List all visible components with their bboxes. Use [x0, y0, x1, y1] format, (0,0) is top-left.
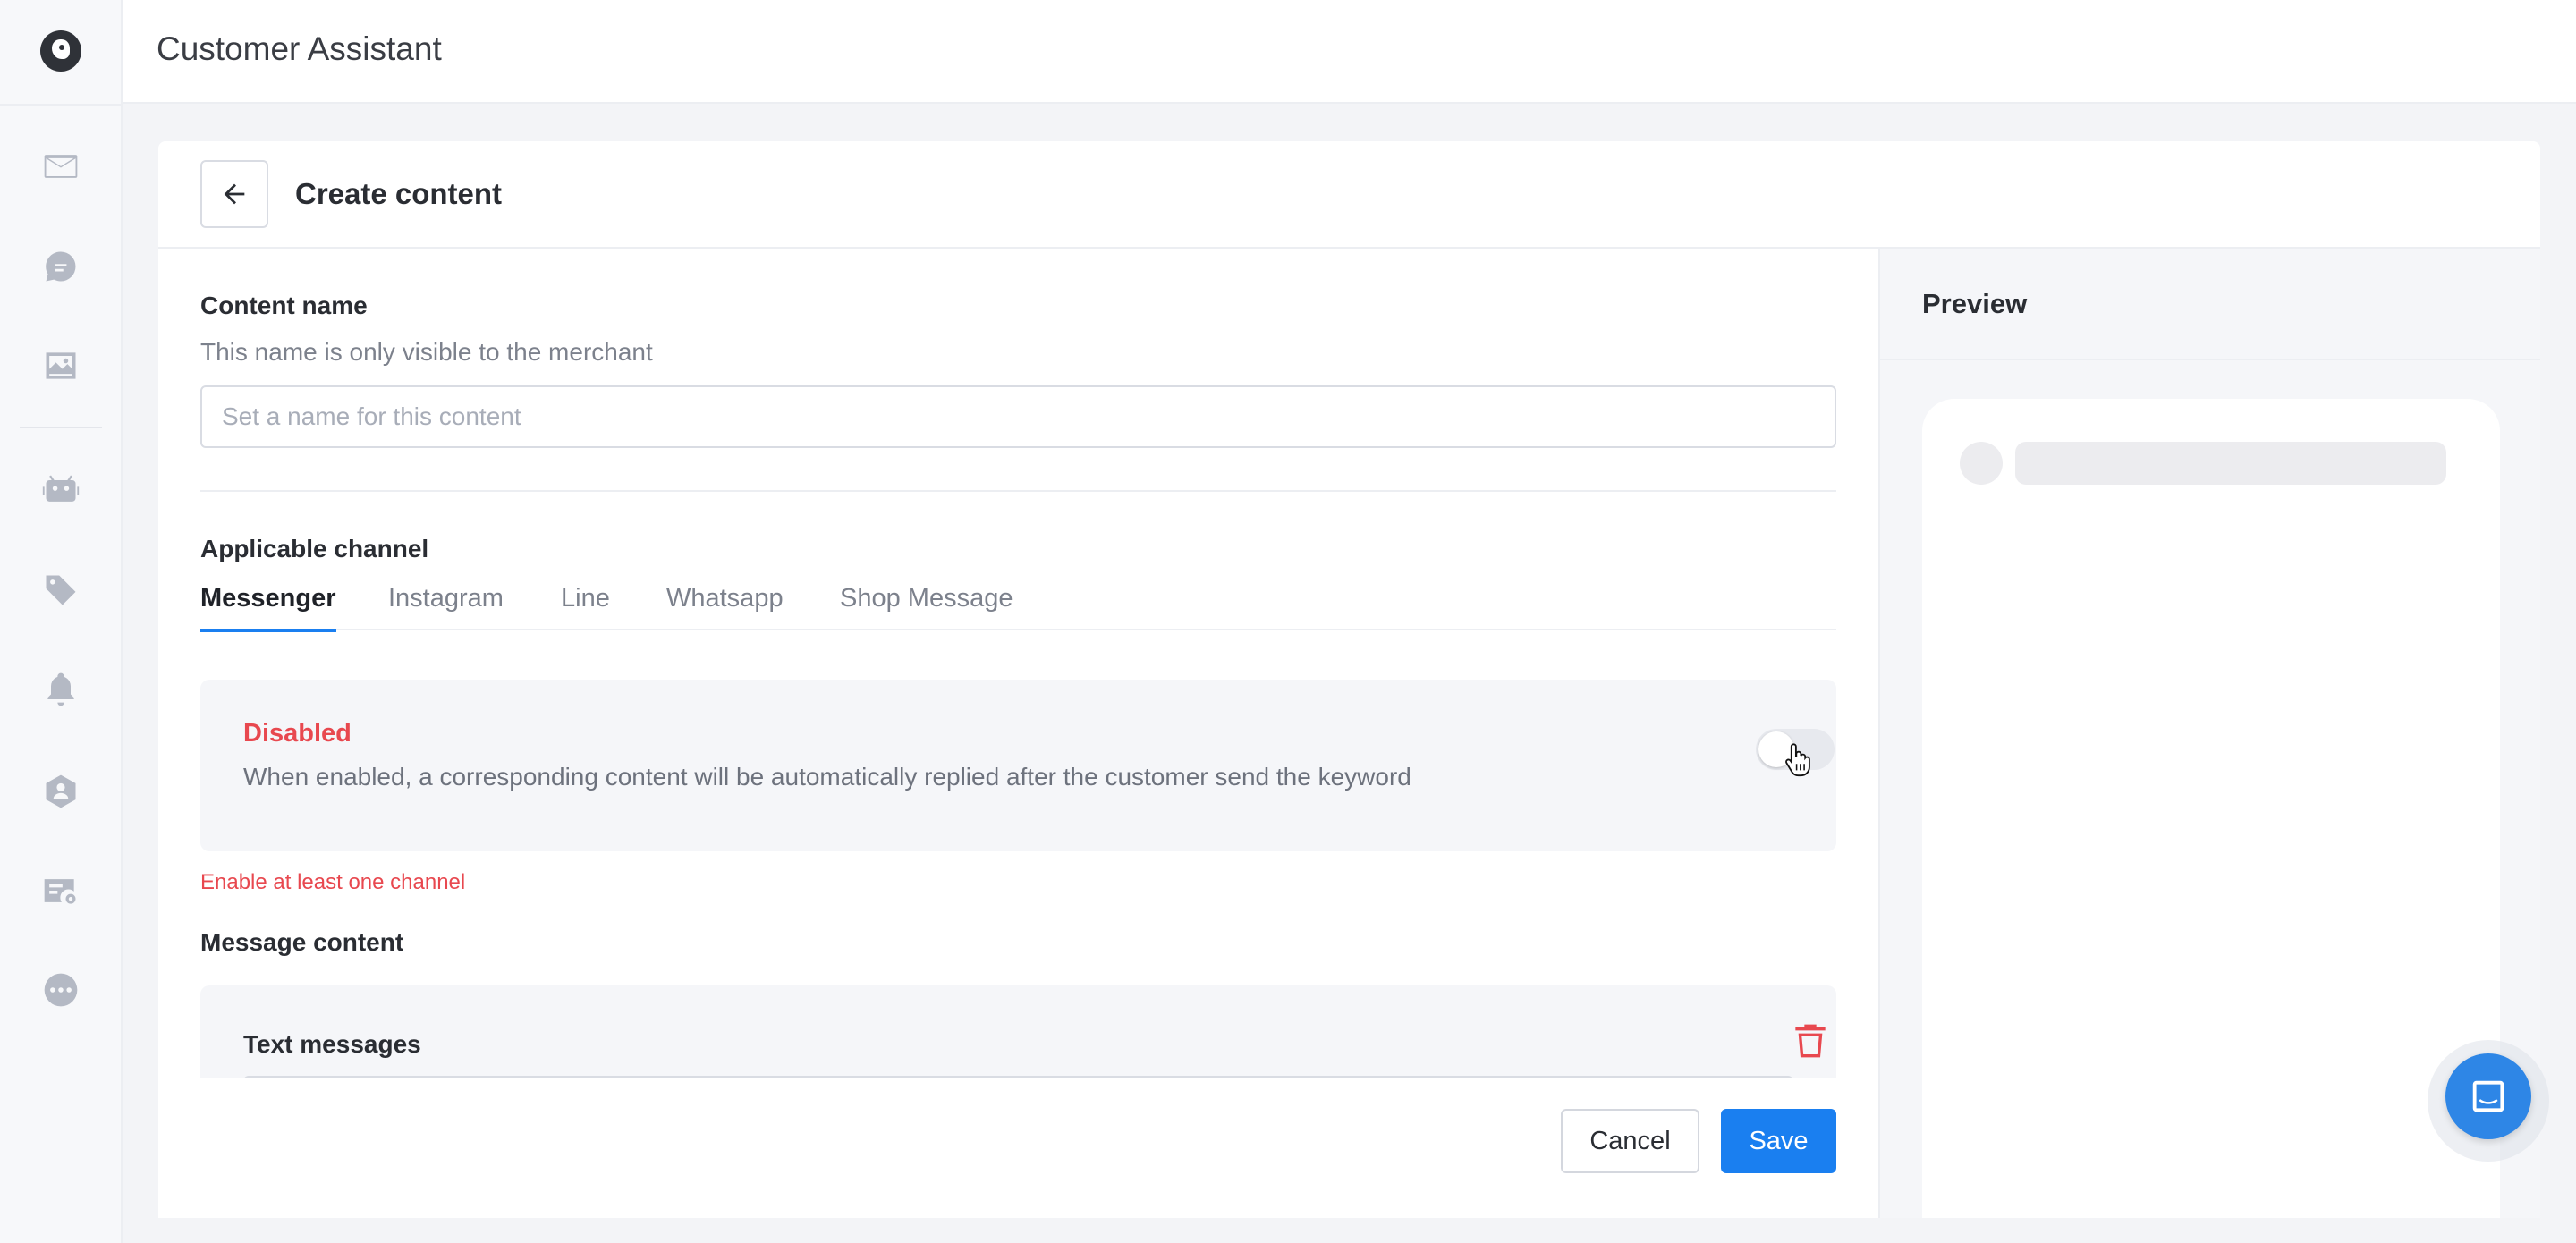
sidebar-separator — [20, 427, 102, 428]
back-button[interactable] — [200, 160, 268, 228]
hand-cursor-icon — [1785, 743, 1810, 777]
channel-error-message: Enable at least one channel — [200, 870, 466, 894]
bell-icon[interactable] — [39, 668, 82, 711]
contact-shield-icon[interactable] — [39, 770, 82, 813]
inbox-icon[interactable] — [39, 145, 82, 188]
tab-messenger[interactable]: Messenger — [200, 584, 336, 632]
preview-title: Preview — [1922, 288, 2028, 319]
content-name-input[interactable] — [200, 385, 1836, 448]
preview-header: Preview — [1880, 249, 2540, 360]
app-logo[interactable] — [40, 30, 81, 72]
chat-launcher-button[interactable] — [2445, 1053, 2531, 1139]
preview-phone-frame — [1922, 399, 2500, 1218]
channel-settings-box: Disabled When enabled, a corresponding c… — [200, 680, 1836, 851]
message-content-label: Message content — [200, 928, 404, 956]
trash-icon[interactable] — [1792, 1021, 1828, 1061]
content-name-hint: This name is only visible to the merchan… — [200, 338, 653, 366]
robot-icon[interactable] — [39, 469, 82, 512]
tags-icon[interactable] — [39, 569, 82, 612]
section-divider — [200, 490, 1836, 492]
arrow-left-icon — [224, 183, 245, 205]
sidebar-divider — [0, 104, 123, 106]
save-button[interactable]: Save — [1721, 1109, 1836, 1173]
page-title: Create content — [295, 177, 503, 210]
card-settings-icon[interactable] — [39, 869, 82, 912]
tab-instagram[interactable]: Instagram — [388, 584, 504, 630]
app-title: Customer Assistant — [157, 30, 442, 67]
more-icon[interactable] — [39, 968, 82, 1011]
form-footer: Cancel Save — [158, 1078, 1878, 1218]
channel-description: When enabled, a corresponding content wi… — [243, 763, 1411, 791]
cancel-button[interactable]: Cancel — [1561, 1109, 1699, 1173]
sidebar — [0, 0, 123, 1243]
chat-icon — [2472, 1080, 2504, 1112]
tab-line[interactable]: Line — [561, 584, 610, 630]
content-form: Content name This name is only visible t… — [158, 249, 1878, 1218]
skeleton-bar — [2015, 442, 2446, 485]
create-content-card: Create content Content name This name is… — [158, 141, 2540, 1218]
tab-whatsapp[interactable]: Whatsapp — [666, 584, 784, 630]
chat-bubble-icon[interactable] — [39, 245, 82, 288]
applicable-channel-label: Applicable channel — [200, 535, 429, 562]
channel-tabs: Messenger Instagram Line Whatsapp Shop M… — [200, 584, 1836, 632]
tab-shop-message[interactable]: Shop Message — [840, 584, 1013, 630]
text-messages-label: Text messages — [243, 1030, 421, 1058]
top-bar: Customer Assistant — [123, 0, 2576, 104]
image-icon[interactable] — [39, 344, 82, 387]
channel-status: Disabled — [243, 719, 352, 748]
card-header: Create content — [158, 141, 2540, 249]
skeleton-avatar — [1960, 442, 2003, 485]
content-name-label: Content name — [200, 292, 368, 319]
